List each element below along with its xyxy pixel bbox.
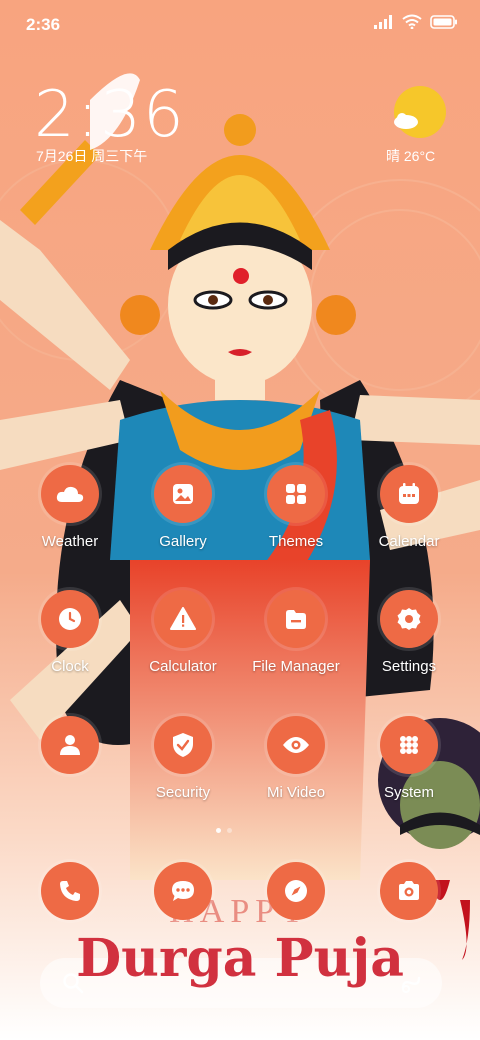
app-label: Mi Video [266,784,326,801]
app-security[interactable]: Security [128,716,238,816]
camera-icon [380,862,438,920]
status-icons [374,14,458,29]
app-label: Calendar [378,533,440,550]
dock-camera[interactable] [354,862,464,932]
phone-icon [41,862,99,920]
dock-browser[interactable] [241,862,351,932]
app-themes[interactable]: Themes [241,465,351,565]
chat-icon [154,862,212,920]
widget-clock[interactable]: 2:36 [34,78,186,152]
dock-messages[interactable] [128,862,238,932]
compass-icon [267,862,325,920]
status-time: 2:36 [26,15,61,34]
cloud-icon [41,465,99,523]
sun-cloud-icon[interactable] [388,84,448,144]
app-label: Clock [51,658,89,675]
warning-triangle-icon [154,590,212,648]
calendar-icon [380,465,438,523]
status-bar: 2:36 [0,0,480,50]
app-label: Settings [381,658,437,675]
image-icon [154,465,212,523]
app-label: Weather [41,533,99,550]
person-icon [41,716,99,774]
app-label: System [383,784,434,801]
app-label: Security [155,784,211,801]
app-folder-system[interactable]: System [354,716,464,816]
eye-icon [267,716,325,774]
app-label: File Manager [252,658,340,675]
wallpaper-durga-puja-text: Durga Puja [76,928,404,989]
app-weather[interactable]: Weather [15,465,125,565]
app-label: Themes [268,533,324,550]
page-dot [227,828,232,833]
shield-check-icon [154,716,212,774]
app-label: Calculator [149,658,217,675]
widget-weather: 晴 26°C [386,148,436,164]
app-contacts[interactable] [15,716,125,816]
folder-icon [267,590,325,648]
gear-icon [380,590,438,648]
app-settings[interactable]: Settings [354,590,464,690]
app-calculator[interactable]: Calculator [128,590,238,690]
battery-icon [430,14,457,29]
grid-icon [267,465,325,523]
app-clock[interactable]: Clock [15,590,125,690]
dock-phone[interactable] [15,862,125,932]
app-mi-video[interactable]: Mi Video [241,716,351,816]
widget-date: 7月26日 周三下午 [36,148,148,164]
app-calendar[interactable]: Calendar [354,465,464,565]
wifi-icon [402,14,422,29]
app-label: Gallery [159,533,207,550]
page-dot-active [216,828,221,833]
app-file-manager[interactable]: File Manager [241,590,351,690]
signal-icon [374,14,392,29]
page-indicator[interactable] [216,828,232,833]
clock-icon [41,590,99,648]
app-gallery[interactable]: Gallery [128,465,238,565]
folder-grid-icon [380,716,438,774]
